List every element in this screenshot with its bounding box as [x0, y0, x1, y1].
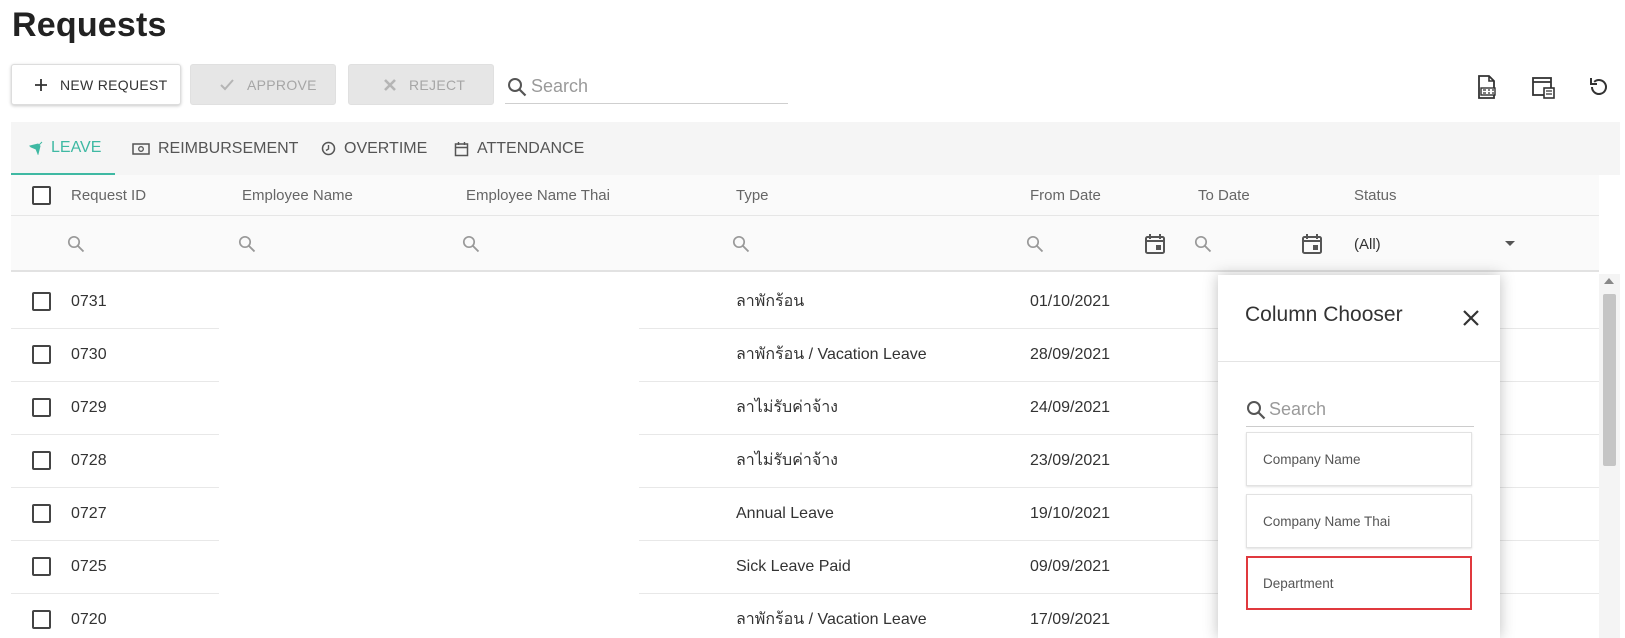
from-date: 28/09/2021 [1030, 345, 1111, 363]
search-icon[interactable] [1026, 216, 1044, 272]
approve-label: APPROVE [247, 76, 317, 93]
from-date: 17/09/2021 [1030, 610, 1111, 628]
calendar-icon[interactable] [1144, 216, 1166, 272]
leave-type: ลาพักร้อน / Vacation Leave [736, 346, 927, 363]
scroll-up-arrow-icon[interactable] [1604, 278, 1614, 284]
leave-type: Sick Leave Paid [736, 557, 851, 575]
row-checkbox[interactable] [32, 539, 51, 594]
reject-button[interactable]: REJECT [348, 64, 494, 105]
chevron-down-icon [1504, 240, 1516, 248]
export-document-icon[interactable] [1471, 72, 1501, 102]
new-request-button[interactable]: NEW REQUEST [11, 64, 181, 105]
leave-type: Annual Leave [736, 504, 834, 522]
request-id: 0725 [71, 557, 107, 575]
new-request-label: NEW REQUEST [60, 76, 168, 93]
column-header[interactable]: Employee Name [242, 175, 353, 216]
status-filter-select[interactable]: (All) [1354, 216, 1516, 272]
leave-type: ลาไม่รับค่าจ้าง [736, 452, 838, 469]
column-chooser-search [1246, 393, 1474, 427]
tab-overtime[interactable]: OVERTIME [321, 122, 427, 175]
row-checkbox[interactable] [32, 592, 51, 638]
filter-row: (All) [11, 216, 1599, 272]
grid-header: Request ID Employee Name Employee Name T… [11, 175, 1599, 216]
request-id: 0720 [71, 610, 107, 628]
x-icon [383, 78, 397, 92]
tab-attendance[interactable]: ATTENDANCE [454, 122, 584, 175]
from-date: 24/09/2021 [1030, 398, 1111, 416]
from-date: 09/09/2021 [1030, 557, 1111, 575]
request-id: 0730 [71, 345, 107, 363]
tab-label: REIMBURSEMENT [158, 139, 299, 157]
tab-label: LEAVE [51, 138, 102, 156]
column-header[interactable]: Request ID [71, 175, 146, 216]
search-icon[interactable] [462, 216, 480, 272]
check-icon [219, 78, 235, 92]
row-checkbox[interactable] [32, 433, 51, 488]
close-icon[interactable] [1460, 307, 1482, 329]
search-box [505, 70, 788, 104]
column-header[interactable]: From Date [1030, 175, 1101, 216]
column-header[interactable]: Status [1354, 175, 1397, 216]
column-option[interactable]: Company Name [1246, 432, 1472, 486]
scrollbar-thumb[interactable] [1603, 294, 1616, 466]
request-tabs: LEAVE REIMBURSEMENT OVERTIME ATTENDANCE [11, 122, 1620, 175]
search-icon [1246, 400, 1266, 420]
request-id: 0728 [71, 451, 107, 469]
from-date: 01/10/2021 [1030, 292, 1111, 310]
column-option-highlighted[interactable]: Department [1246, 556, 1472, 610]
row-checkbox[interactable] [32, 486, 51, 541]
column-header[interactable]: Employee Name Thai [466, 175, 610, 216]
select-all-checkbox[interactable] [32, 175, 51, 216]
row-checkbox[interactable] [32, 274, 51, 329]
request-id: 0731 [71, 292, 107, 310]
airplane-icon [29, 141, 43, 155]
request-id: 0729 [71, 398, 107, 416]
tab-reimbursement[interactable]: REIMBURSEMENT [132, 122, 298, 175]
refresh-icon[interactable] [1584, 72, 1614, 102]
tab-label: ATTENDANCE [477, 139, 585, 157]
search-icon[interactable] [67, 216, 85, 272]
column-option[interactable]: Company Name Thai [1246, 494, 1472, 548]
search-icon[interactable] [238, 216, 256, 272]
plus-icon [34, 78, 48, 92]
tab-label: OVERTIME [344, 139, 428, 157]
reject-label: REJECT [409, 76, 466, 93]
search-icon[interactable] [1194, 216, 1212, 272]
column-chooser-icon[interactable] [1528, 72, 1558, 102]
divider [1218, 361, 1500, 362]
clock-icon [321, 141, 336, 156]
row-checkbox[interactable] [32, 327, 51, 382]
redacted-area [219, 274, 639, 638]
calendar-icon[interactable] [1301, 216, 1323, 272]
calendar-icon [454, 141, 469, 157]
vertical-scrollbar[interactable] [1599, 274, 1620, 638]
from-date: 19/10/2021 [1030, 504, 1111, 522]
column-chooser-panel: Column Chooser Company Name Company Name… [1218, 275, 1500, 638]
request-id: 0727 [71, 504, 107, 522]
search-icon [507, 77, 527, 97]
from-date: 23/09/2021 [1030, 451, 1111, 469]
leave-type: ลาพักร้อน [736, 293, 805, 310]
leave-type: ลาไม่รับค่าจ้าง [736, 399, 838, 416]
money-icon [132, 142, 150, 156]
tab-leave[interactable]: LEAVE [11, 122, 115, 175]
page-title: Requests [12, 6, 167, 44]
column-search-input[interactable] [1269, 399, 1459, 420]
column-header[interactable]: Type [736, 175, 769, 216]
row-checkbox[interactable] [32, 380, 51, 435]
search-icon[interactable] [732, 216, 750, 272]
column-header[interactable]: To Date [1198, 175, 1250, 216]
leave-type: ลาพักร้อน / Vacation Leave [736, 611, 927, 628]
approve-button[interactable]: APPROVE [190, 64, 336, 105]
search-input[interactable] [531, 76, 771, 97]
status-filter-value: (All) [1354, 235, 1381, 253]
column-chooser-title: Column Chooser [1245, 303, 1403, 326]
